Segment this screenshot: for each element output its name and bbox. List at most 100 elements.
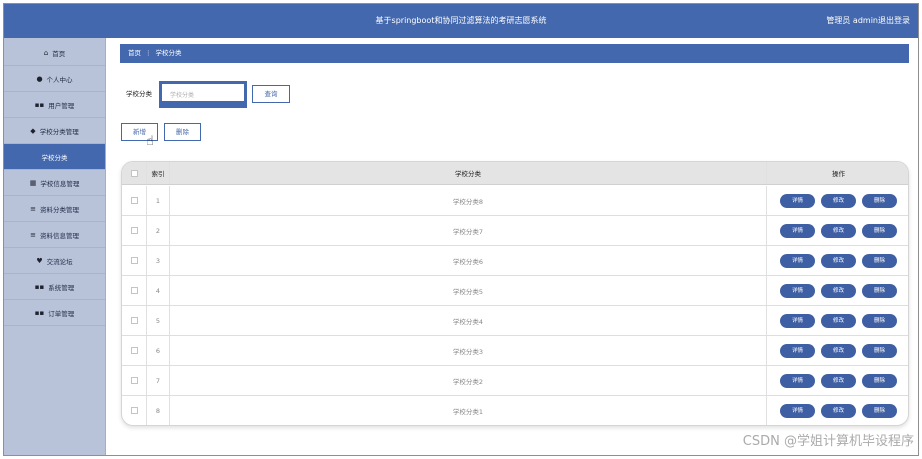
logout-link[interactable]: 退出登录 [878, 4, 910, 38]
row-ops: 详情 修改 删除 [767, 186, 908, 215]
row-checkbox[interactable] [130, 317, 138, 324]
edit-button[interactable]: 修改 [821, 343, 856, 358]
breadcrumb-current: 学校分类 [155, 49, 182, 57]
current-user: 管理员 admin [826, 16, 878, 25]
detail-button[interactable]: 详情 [780, 283, 815, 298]
delete-button[interactable]: 删除 [862, 403, 897, 418]
row-ops: 详情 修改 删除 [767, 366, 908, 395]
calendar-icon: ▦ [29, 178, 37, 187]
batch-delete-button[interactable]: 删除 [164, 123, 201, 141]
sidebar-item[interactable]: ▪▪ 用户管理 [4, 92, 105, 118]
row-checkbox[interactable] [130, 287, 138, 294]
row-check-cell [122, 216, 147, 245]
edit-button[interactable]: 修改 [821, 313, 856, 328]
select-all-cell [122, 162, 147, 184]
row-name: 学校分类2 [170, 366, 767, 395]
user-icon: ● [36, 74, 43, 83]
edit-button[interactable]: 修改 [821, 403, 856, 418]
delete-button[interactable]: 删除 [862, 223, 897, 238]
grid-icon: ▪▪ [34, 308, 45, 317]
breadcrumb-separator: ⋮ [145, 49, 152, 57]
sidebar-item[interactable]: ▪▪ 系统管理 [4, 274, 105, 300]
sidebar-item[interactable]: ♥ 交流论坛 [4, 248, 105, 274]
delete-button[interactable]: 删除 [862, 313, 897, 328]
edit-button[interactable]: 修改 [821, 253, 856, 268]
row-checkbox[interactable] [130, 257, 138, 264]
detail-button[interactable]: 详情 [780, 193, 815, 208]
edit-button[interactable]: 修改 [821, 193, 856, 208]
edit-button[interactable]: 修改 [821, 283, 856, 298]
row-name: 学校分类7 [170, 216, 767, 245]
breadcrumb: 首页 ⋮ 学校分类 [120, 44, 909, 63]
table-row: 3 学校分类6 详情 修改 删除 [122, 246, 908, 276]
detail-button[interactable]: 详情 [780, 223, 815, 238]
table-row: 6 学校分类3 详情 修改 删除 [122, 336, 908, 366]
detail-button[interactable]: 详情 [780, 373, 815, 388]
row-checkbox[interactable] [130, 347, 138, 354]
delete-button[interactable]: 删除 [862, 253, 897, 268]
table-row: 2 学校分类7 详情 修改 删除 [122, 216, 908, 246]
list-icon: ≡ [30, 204, 36, 213]
detail-button[interactable]: 详情 [780, 253, 815, 268]
detail-button[interactable]: 详情 [780, 313, 815, 328]
sidebar-item[interactable]: ◆ 学校分类管理 [4, 118, 105, 144]
list-icon: ≡ [30, 230, 36, 239]
search-input[interactable]: 学校分类 [159, 81, 247, 108]
row-index: 1 [147, 186, 170, 215]
row-name: 学校分类8 [170, 186, 767, 215]
row-checkbox[interactable] [130, 227, 138, 234]
row-checkbox[interactable] [130, 197, 138, 204]
row-check-cell [122, 396, 147, 425]
row-name: 学校分类5 [170, 276, 767, 305]
row-index: 7 [147, 366, 170, 395]
sidebar-item-label: 学校信息管理 [40, 179, 80, 188]
sidebar-item[interactable]: ⌂ 首页 [4, 40, 105, 66]
row-checkbox[interactable] [130, 377, 138, 384]
detail-button[interactable]: 详情 [780, 403, 815, 418]
sidebar-item[interactable]: ▪▪ 订单管理 [4, 300, 105, 326]
grid-icon: ▪▪ [34, 282, 45, 291]
table-row: 1 学校分类8 详情 修改 删除 [122, 186, 908, 216]
select-all-checkbox[interactable] [130, 169, 138, 177]
sidebar-item[interactable]: ● 个人中心 [4, 66, 105, 92]
row-index: 8 [147, 396, 170, 425]
row-check-cell [122, 336, 147, 365]
row-index: 4 [147, 276, 170, 305]
detail-button[interactable]: 详情 [780, 343, 815, 358]
row-ops: 详情 修改 删除 [767, 216, 908, 245]
mouse-cursor-icon: ☝ [146, 134, 154, 149]
row-name: 学校分类6 [170, 246, 767, 275]
search-label: 学校分类 [126, 90, 152, 98]
breadcrumb-home[interactable]: 首页 [128, 49, 141, 57]
query-button[interactable]: 查询 [252, 85, 290, 103]
table-row: 5 学校分类4 详情 修改 删除 [122, 306, 908, 336]
edit-button[interactable]: 修改 [821, 373, 856, 388]
table-row: 7 学校分类2 详情 修改 删除 [122, 366, 908, 396]
delete-button[interactable]: 删除 [862, 343, 897, 358]
edit-button[interactable]: 修改 [821, 223, 856, 238]
pin-icon: ♥ [36, 256, 43, 265]
sidebar-item-label: 订单管理 [48, 309, 75, 318]
row-index: 3 [147, 246, 170, 275]
row-check-cell [122, 186, 147, 215]
sidebar-item-label: 用户管理 [48, 101, 75, 110]
row-index: 5 [147, 306, 170, 335]
top-bar: 基于springboot和协同过滤算法的考研志愿系统 管理员 admin 退出登… [4, 4, 918, 38]
delete-button[interactable]: 删除 [862, 193, 897, 208]
row-index: 2 [147, 216, 170, 245]
row-checkbox[interactable] [130, 407, 138, 414]
delete-button[interactable]: 删除 [862, 283, 897, 298]
data-table: 索引 学校分类 操作 1 学校分类8 详情 修改 删除 2 学校分类7 详情 修改 删除 3 学校分类… [121, 161, 909, 426]
sidebar-item-label: 学校分类 [41, 153, 68, 162]
watermark: CSDN @学姐计算机毕设程序 [742, 434, 914, 449]
row-index: 6 [147, 336, 170, 365]
table-row: 4 学校分类5 详情 修改 删除 [122, 276, 908, 306]
sidebar-item[interactable]: ≡ 资料分类管理 [4, 196, 105, 222]
row-check-cell [122, 366, 147, 395]
sidebar-item[interactable]: ≡ 资料信息管理 [4, 222, 105, 248]
sidebar-item[interactable]: 学校分类 [4, 144, 105, 170]
grid-icon: ▪▪ [34, 100, 45, 109]
sidebar-item[interactable]: ▦ 学校信息管理 [4, 170, 105, 196]
app-title: 基于springboot和协同过滤算法的考研志愿系统 [375, 16, 547, 25]
delete-button[interactable]: 删除 [862, 373, 897, 388]
